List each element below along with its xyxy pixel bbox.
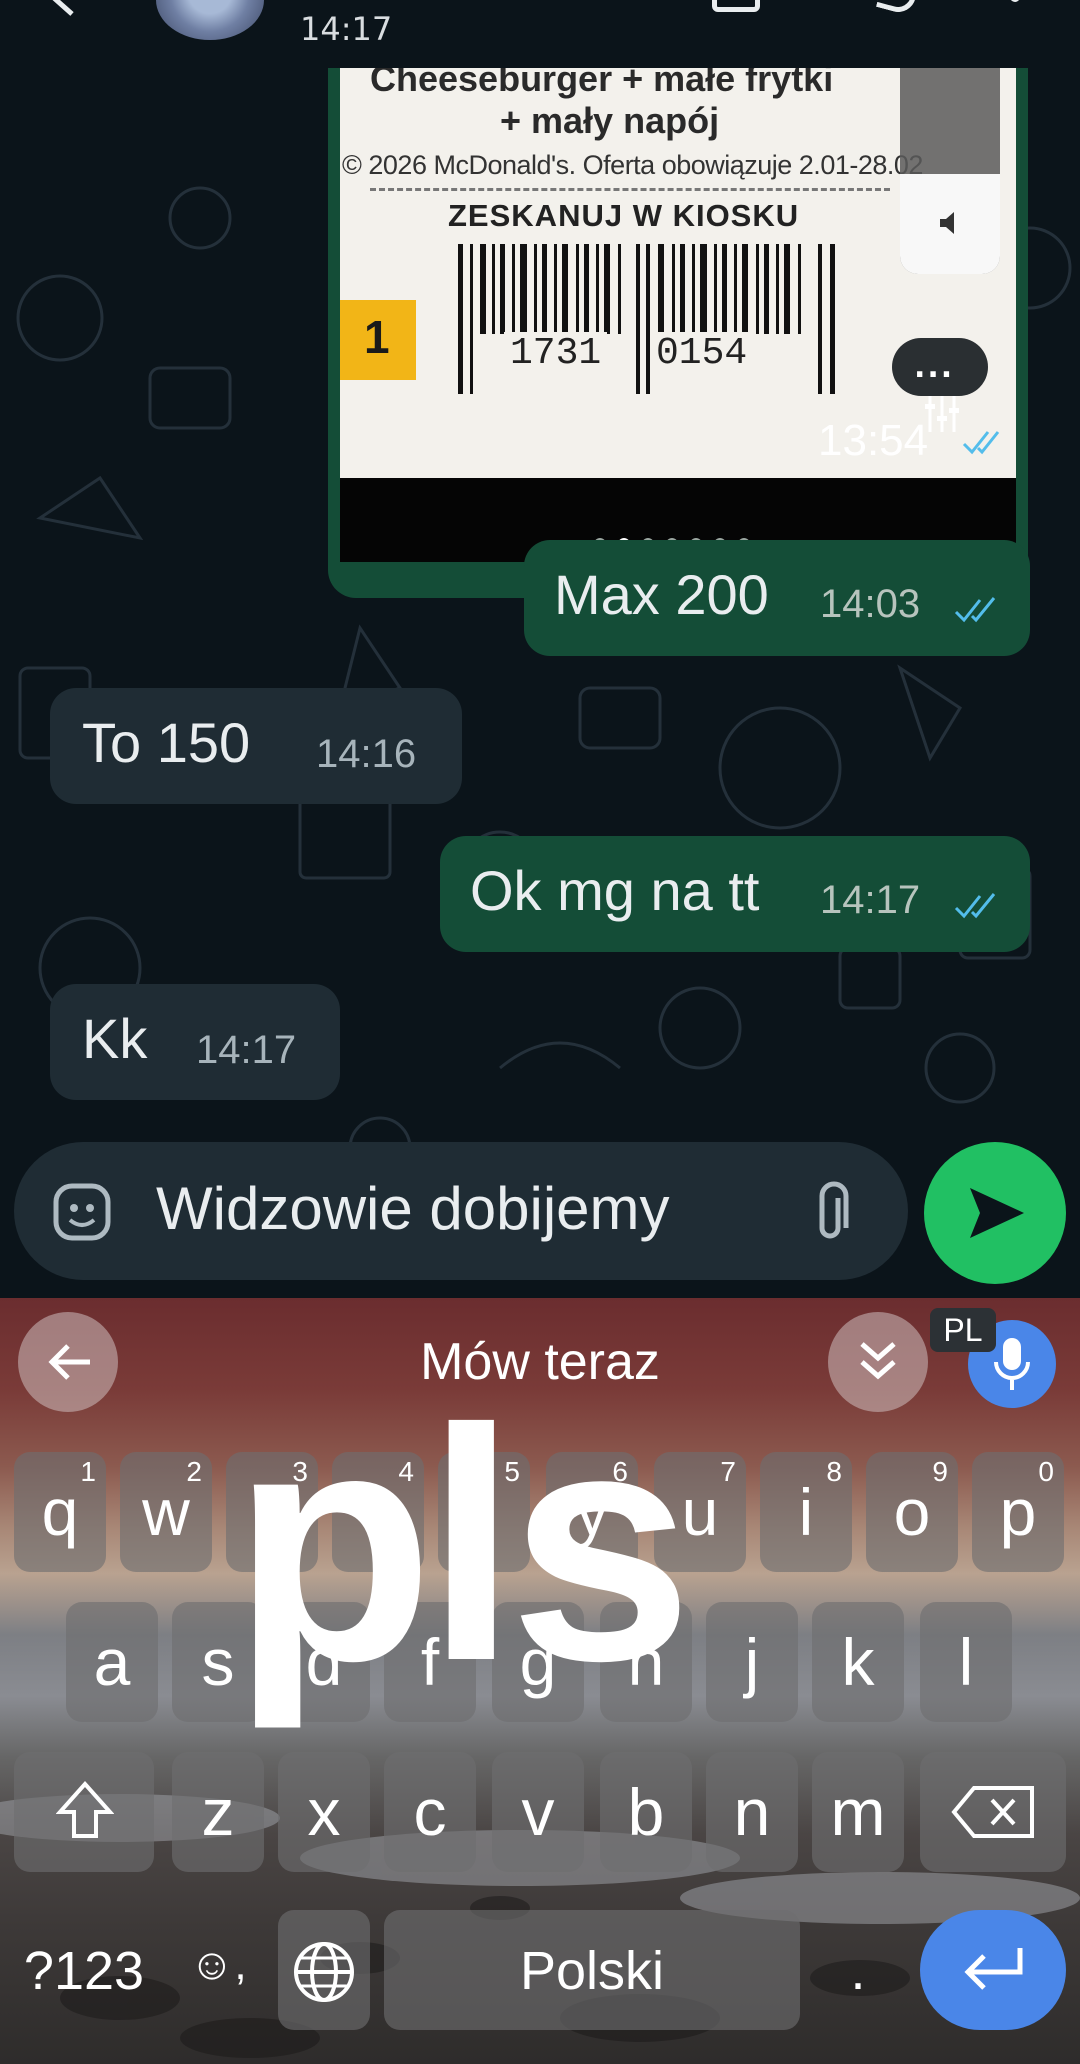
key-label: k bbox=[841, 1625, 875, 1699]
key-label: a bbox=[93, 1625, 131, 1699]
coupon-subtitle: + mały napój bbox=[500, 100, 720, 141]
back-arrow-icon[interactable] bbox=[44, 0, 84, 18]
key-label: q bbox=[41, 1475, 79, 1549]
key-v[interactable]: v bbox=[492, 1752, 584, 1872]
backspace-icon bbox=[951, 1786, 1034, 1838]
key-label: ?123 bbox=[23, 1941, 145, 2001]
chat-header: 14:17 bbox=[0, 0, 1080, 68]
contact-avatar[interactable] bbox=[156, 0, 264, 40]
video-call-icon[interactable] bbox=[712, 0, 760, 12]
message-input[interactable]: Widzowie dobijemy bbox=[156, 1174, 670, 1243]
key-label: w bbox=[142, 1475, 190, 1549]
key-label: z bbox=[201, 1775, 235, 1849]
keyboard-collapse-button[interactable] bbox=[828, 1312, 928, 1412]
key-k[interactable]: k bbox=[812, 1602, 904, 1722]
message-time: 14:17 bbox=[820, 878, 921, 922]
key-x[interactable]: x bbox=[278, 1752, 370, 1872]
key-z[interactable]: z bbox=[172, 1752, 264, 1872]
ellipsis-icon: ... bbox=[914, 350, 955, 385]
coupon-title: Cheeseburger + małe frytki bbox=[370, 68, 834, 99]
key-label: o bbox=[893, 1475, 931, 1549]
key-label: n bbox=[733, 1775, 771, 1849]
key-o[interactable]: 9o bbox=[866, 1452, 958, 1572]
symbols-key[interactable]: ?123 bbox=[14, 1910, 154, 2030]
read-receipt-icon bbox=[962, 431, 1000, 455]
space-key[interactable]: Polski bbox=[384, 1910, 800, 2030]
read-receipt-icon bbox=[954, 893, 996, 919]
key-label: b bbox=[627, 1775, 665, 1849]
message-text: Kk bbox=[82, 1007, 148, 1070]
key-l[interactable]: l bbox=[920, 1602, 1012, 1722]
message-time: 14:17 bbox=[196, 1028, 297, 1072]
key-label: v bbox=[521, 1775, 555, 1849]
message-input-bar[interactable]: Widzowie dobijemy bbox=[14, 1142, 908, 1280]
sticker-icon[interactable] bbox=[52, 1182, 112, 1242]
message-time: 13:54 bbox=[818, 416, 929, 465]
key-label: l bbox=[958, 1625, 974, 1699]
attachment-icon[interactable] bbox=[814, 1180, 858, 1244]
key-label: Polski bbox=[519, 1941, 665, 2001]
emoji-key[interactable]: ☺, bbox=[172, 1910, 264, 2030]
key-label: i bbox=[798, 1475, 814, 1549]
send-arrow-icon bbox=[970, 1188, 1024, 1238]
send-button[interactable] bbox=[924, 1142, 1066, 1284]
key-label: ☺, bbox=[189, 1940, 247, 1989]
key-c[interactable]: c bbox=[384, 1752, 476, 1872]
globe-icon bbox=[294, 1942, 354, 2002]
backspace-key[interactable] bbox=[920, 1752, 1066, 1872]
message-text: To 150 bbox=[82, 711, 251, 774]
enter-arrow-icon bbox=[964, 1948, 1023, 1990]
key-b[interactable]: b bbox=[600, 1752, 692, 1872]
coupon-scan-label: ZESKANUJ W KIOSKU bbox=[448, 198, 800, 233]
coupon-number: 1 bbox=[364, 311, 390, 363]
language-badge: PL bbox=[930, 1308, 996, 1352]
key-w[interactable]: 2w bbox=[120, 1452, 212, 1572]
key-i[interactable]: 8i bbox=[760, 1452, 852, 1572]
key-a[interactable]: a bbox=[66, 1602, 158, 1722]
more-options-icon[interactable] bbox=[1010, 0, 1020, 2]
coupon-legal-text: © 2026 McDonald's. Oferta obowiązuje 2.0… bbox=[342, 150, 923, 180]
period-key[interactable]: . bbox=[812, 1910, 904, 2030]
barcode-number-left: 1731 bbox=[504, 332, 608, 375]
barcode-number-right: 0154 bbox=[650, 332, 754, 375]
chat-area: Cheeseburger + małe frytki + mały napój … bbox=[0, 68, 1080, 1298]
voice-call-icon[interactable] bbox=[875, 0, 921, 17]
key-q[interactable]: 1q bbox=[14, 1452, 106, 1572]
outgoing-message[interactable]: Max 200 14:03 bbox=[524, 540, 1030, 656]
volume-icon bbox=[940, 212, 954, 234]
incoming-message[interactable]: To 150 14:16 bbox=[50, 688, 462, 804]
key-label: j bbox=[744, 1625, 760, 1699]
key-label: . bbox=[850, 1941, 866, 2001]
image-message-bubble[interactable]: Cheeseburger + małe frytki + mały napój … bbox=[328, 68, 1028, 598]
key-label: x bbox=[307, 1775, 341, 1849]
enter-key[interactable] bbox=[920, 1910, 1066, 2030]
key-label: p bbox=[999, 1475, 1037, 1549]
last-seen-time: 14:17 bbox=[300, 10, 393, 48]
shift-arrow-icon bbox=[56, 1780, 114, 1838]
coupon-divider bbox=[370, 188, 890, 191]
microphone-icon bbox=[994, 1338, 1030, 1390]
read-receipt-icon bbox=[954, 597, 996, 623]
double-chevron-down-icon bbox=[860, 1342, 896, 1380]
key-label: m bbox=[830, 1775, 886, 1849]
message-text: Max 200 bbox=[554, 563, 769, 626]
message-text: Ok mg na tt bbox=[470, 859, 760, 922]
overlay-caption: pls bbox=[232, 1360, 693, 1729]
shift-key[interactable] bbox=[14, 1752, 154, 1872]
incoming-message[interactable]: Kk 14:17 bbox=[50, 984, 340, 1100]
key-m[interactable]: m bbox=[812, 1752, 904, 1872]
key-p[interactable]: 0p bbox=[972, 1452, 1064, 1572]
message-time: 14:16 bbox=[316, 732, 417, 776]
language-key[interactable] bbox=[278, 1910, 370, 2030]
outgoing-message[interactable]: Ok mg na tt 14:17 bbox=[440, 836, 1030, 952]
key-n[interactable]: n bbox=[706, 1752, 798, 1872]
key-j[interactable]: j bbox=[706, 1602, 798, 1722]
message-time: 14:03 bbox=[820, 582, 921, 626]
key-label: c bbox=[413, 1775, 447, 1849]
